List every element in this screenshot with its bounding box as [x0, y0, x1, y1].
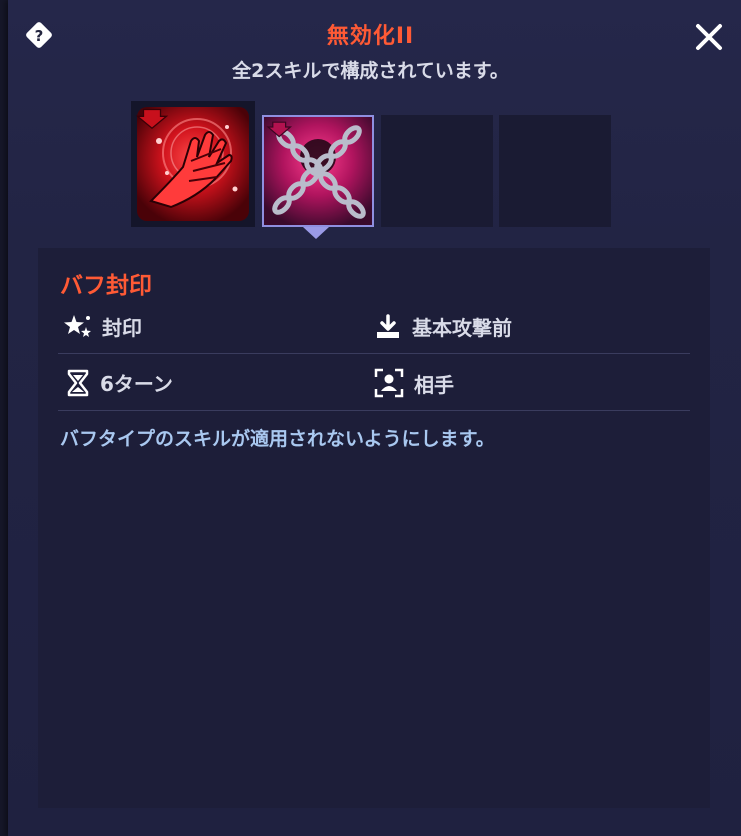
skill-slot-1[interactable]: [131, 101, 255, 227]
skill-slot-3-empty: [381, 115, 493, 227]
download-tray-icon: [377, 313, 399, 338]
skill-target: 相手: [374, 368, 454, 398]
skill-target-label: 相手: [414, 372, 454, 397]
skill-description: バフタイプのスキルが適用されないようにします。: [60, 428, 495, 450]
skill-duration-label: 6ターン: [100, 372, 173, 396]
skill-name: バフ封印: [60, 273, 152, 299]
skill-slot-2[interactable]: [262, 115, 374, 227]
dialog-subtitle: 全2スキルで構成されています。: [232, 60, 509, 82]
selection-pointer: [303, 227, 329, 239]
skill-slot-4-empty: [499, 115, 611, 227]
skill-type: 封印: [62, 312, 142, 341]
skill-duration: 6ターン: [66, 368, 173, 397]
dialog-title: 無効化II: [326, 24, 415, 49]
red-hand-debuff-icon: [135, 107, 249, 221]
hourglass-icon: [67, 369, 89, 396]
skill-timing: 基本攻撃前: [374, 312, 512, 341]
sparkle-seal-icon: [64, 314, 91, 337]
divider: [58, 353, 690, 354]
target-person-icon: [374, 368, 404, 398]
skill-timing-label: 基本攻撃前: [412, 316, 512, 340]
close-icon: [696, 24, 722, 50]
close-button[interactable]: [690, 18, 728, 56]
skill-type-label: 封印: [102, 316, 142, 340]
chain-seal-debuff-icon: [264, 117, 372, 225]
divider: [58, 410, 690, 411]
